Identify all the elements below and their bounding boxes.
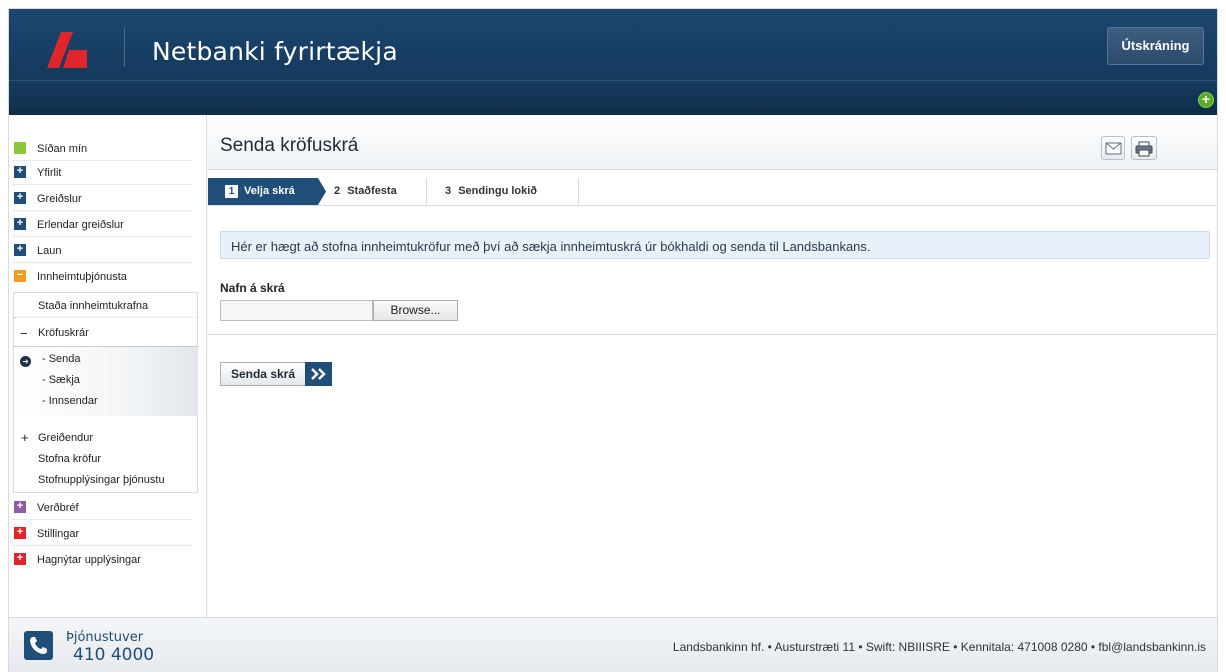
sidebar-item-label: Stillingar (37, 528, 80, 540)
sidebar-item-collection-service[interactable]: − Innheimtuþjónusta (13, 263, 191, 289)
minus-icon: − (14, 270, 26, 282)
service-center-label: Þjónustuver (66, 630, 144, 645)
service-phone-number: 410 4000 (73, 645, 155, 665)
minus-icon: − (20, 326, 28, 341)
double-chevron-right-icon (305, 362, 332, 386)
step-divider (426, 178, 427, 205)
submenu-item-label: Stofna kröfur (38, 453, 101, 465)
claim-files-children: ➜ - Senda - Sækja - Innsendar (14, 346, 198, 416)
app-title: Netbanki fyrirtækja (152, 37, 398, 66)
print-button[interactable] (1131, 136, 1157, 160)
submenu-item-payers[interactable]: + Greiðendur (14, 428, 198, 450)
page-title: Senda kröfuskrá (220, 135, 359, 156)
landsbankinn-logo-icon (47, 32, 87, 68)
company-info: Landsbankinn hf. • Austurstræti 11 • Swi… (672, 640, 1206, 654)
info-text: Hér er hægt að stofna innheimtukröfur me… (231, 239, 871, 254)
phone-icon (24, 631, 53, 660)
submenu-item-fetch[interactable]: - Sækja (38, 371, 188, 391)
step-arrow-icon (318, 178, 326, 205)
sidebar-item-label: Erlendar greiðslur (37, 219, 124, 231)
sidebar-item-label: Innheimtuþjónusta (37, 271, 127, 283)
collection-submenu: Staða innheimtukrafna − Kröfuskrár ➜ - S… (13, 292, 198, 493)
sidebar-item-label: Verðbréf (37, 502, 79, 514)
green-square-icon (14, 142, 26, 154)
submenu-item-claim-files[interactable]: − Kröfuskrár (14, 319, 198, 346)
plus-icon: + (21, 430, 29, 445)
main-content: Senda kröfuskrá 1 Velja skrá 2 Staðfesta… (208, 115, 1217, 617)
header-toolbar (9, 80, 1217, 115)
submenu-item-submitted[interactable]: - Innsendar (38, 392, 188, 412)
print-icon (1135, 141, 1153, 157)
sidebar-item-salaries[interactable]: + Laun (13, 237, 191, 263)
submenu-item-label: Stofnupplýsingar þjónustu (38, 474, 165, 486)
file-name-label: Nafn á skrá (220, 281, 285, 295)
title-bar: Senda kröfuskrá (208, 115, 1217, 170)
mail-icon (1105, 142, 1122, 155)
step-number: 2 (334, 185, 341, 197)
browse-button[interactable]: Browse... (373, 300, 458, 321)
step-label: Sendingu lokið (458, 185, 538, 197)
step-label: Staðfesta (347, 185, 397, 197)
submenu-item-send[interactable]: - Senda (38, 350, 188, 370)
email-button[interactable] (1101, 136, 1125, 160)
submenu-item-label: Kröfuskrár (38, 327, 89, 339)
sidebar-item-label: Greiðslur (37, 193, 82, 205)
sidebar-item-securities[interactable]: + Verðbréf (13, 494, 191, 520)
step-label: Velja skrá (244, 185, 295, 197)
send-file-button[interactable]: Senda skrá (220, 362, 334, 386)
plus-icon: + (14, 192, 26, 204)
plus-icon: + (14, 244, 26, 256)
divider (208, 334, 1217, 335)
header: Netbanki fyrirtækja Útskráning + (9, 9, 1217, 115)
submenu-item-label: - Innsendar (42, 395, 98, 407)
sidebar-item-label: Yfirlit (37, 167, 62, 179)
info-message: Hér er hægt að stofna innheimtukröfur me… (220, 231, 1210, 259)
plus-icon: + (14, 166, 26, 178)
plus-icon: + (14, 527, 26, 539)
step-select-file[interactable]: 1 Velja skrá (208, 178, 318, 205)
submenu-item-claim-status[interactable]: Staða innheimtukrafna (14, 292, 198, 318)
submenu-item-label: - Sækja (42, 374, 80, 386)
submenu-item-service-info[interactable]: Stofnupplýsingar þjónustu (14, 470, 198, 492)
plus-icon: + (14, 553, 26, 565)
submenu-item-label: Staða innheimtukrafna (38, 300, 149, 312)
arrow-right-circle-icon: ➜ (20, 356, 31, 367)
header-separator (124, 27, 125, 67)
app-frame: Netbanki fyrirtækja Útskráning + Síðan m… (8, 8, 1218, 672)
sidebar-item-my-page[interactable]: Síðan mín (13, 135, 191, 161)
sidebar: Síðan mín + Yfirlit + Greiðslur + Erlend… (9, 115, 207, 617)
submenu-item-create-claims[interactable]: Stofna kröfur (14, 449, 198, 470)
sidebar-item-label: Hagnýtar upplýsingar (37, 554, 141, 566)
file-path-input[interactable] (220, 300, 373, 321)
submenu-item-label: Greiðendur (38, 432, 94, 444)
sidebar-item-foreign-payments[interactable]: + Erlendar greiðslur (13, 211, 191, 237)
logout-button[interactable]: Útskráning (1107, 27, 1204, 65)
plus-icon: + (14, 218, 26, 230)
step-confirm[interactable]: 2 Staðfesta (334, 178, 424, 205)
add-plus-icon[interactable]: + (1198, 92, 1214, 108)
step-number: 3 (445, 185, 452, 197)
wizard-steps: 1 Velja skrá 2 Staðfesta 3 Sendingu lokið (208, 178, 1217, 206)
sidebar-item-settings[interactable]: + Stillingar (13, 520, 191, 546)
send-file-label: Senda skrá (220, 362, 305, 386)
step-number: 1 (225, 184, 238, 198)
plus-icon: + (14, 501, 26, 513)
sidebar-item-overview[interactable]: + Yfirlit (13, 161, 191, 185)
sidebar-item-payments[interactable]: + Greiðslur (13, 185, 191, 211)
footer: Þjónustuver 410 4000 Landsbankinn hf. • … (9, 617, 1217, 672)
sidebar-item-label: Síðan mín (37, 143, 88, 155)
sidebar-item-useful-info[interactable]: + Hagnýtar upplýsingar (13, 546, 191, 572)
sidebar-item-label: Laun (37, 245, 62, 257)
step-divider (578, 178, 579, 205)
submenu-item-label: - Senda (42, 353, 81, 365)
step-sending-complete[interactable]: 3 Sendingu lokið (445, 178, 565, 205)
